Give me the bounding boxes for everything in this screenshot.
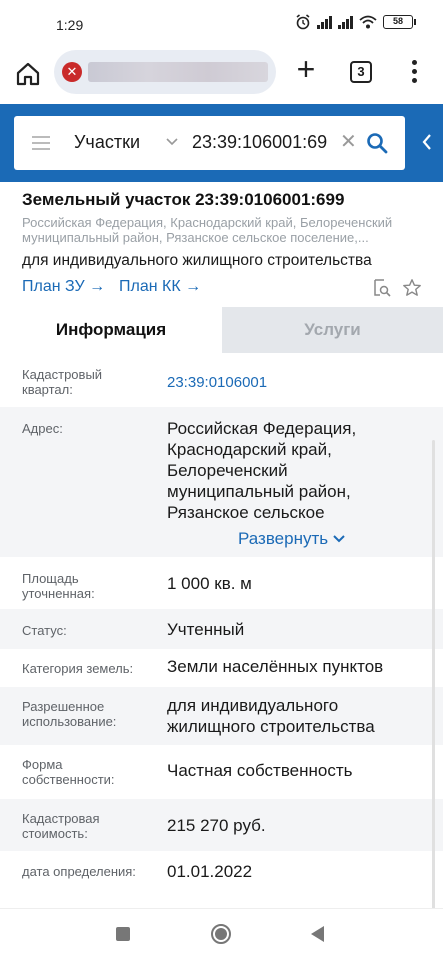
signal-icon <box>317 15 332 29</box>
row-ownership: Форма собственности: Частная собственнос… <box>0 745 443 799</box>
wifi-icon <box>359 15 377 29</box>
scrollbar[interactable] <box>432 440 435 920</box>
ownership-value: Частная собственность <box>167 761 353 780</box>
address-value: Российская Федерация, Краснодарский край… <box>167 419 357 522</box>
plan-zu-link[interactable]: План ЗУ → <box>22 278 105 296</box>
row-area: Площадь уточненная: 1 000 кв. м <box>0 557 443 609</box>
label-permitted-use: Разрешенное использование: <box>22 699 117 729</box>
permitted-use-value: для индивидуального жилищного строительс… <box>167 696 375 736</box>
label-address: Адрес: <box>22 421 63 436</box>
parcel-header: Земельный участок 23:39:0106001:699 Росс… <box>0 182 443 307</box>
cadastral-value-value: 215 270 руб. <box>167 816 266 835</box>
chevron-down-icon <box>333 535 345 543</box>
label-ownership: Форма собственности: <box>22 757 115 787</box>
row-determination-date: дата определения: 01.01.2022 <box>0 851 443 891</box>
expand-label: Развернуть <box>238 529 329 548</box>
label-land-category: Категория земель: <box>22 661 134 676</box>
label-determination-date: дата определения: <box>22 864 136 879</box>
document-search-icon[interactable] <box>372 278 392 298</box>
star-icon[interactable] <box>402 278 422 298</box>
expand-address-link[interactable]: Развернуть <box>238 529 345 549</box>
chevron-down-icon[interactable] <box>166 135 178 147</box>
label-status: Статус: <box>22 623 67 638</box>
row-address: Адрес: Российская Федерация, Краснодарск… <box>0 407 443 557</box>
label-area: Площадь уточненная: <box>22 571 95 601</box>
land-category-value: Земли населённых пунктов <box>167 657 384 676</box>
status-icons: 58 <box>295 14 416 30</box>
browser-toolbar: ✕ + 3 <box>0 48 443 104</box>
blurred-url <box>88 62 268 82</box>
alarm-icon <box>296 14 310 30</box>
plan-kk-link[interactable]: План КК → <box>119 278 201 296</box>
tab-information[interactable]: Информация <box>0 307 222 353</box>
row-permitted-use: Разрешенное использование: для индивидуа… <box>0 687 443 745</box>
new-tab-button[interactable]: + <box>292 53 320 85</box>
parcel-use: для индивидуального жилищного строительс… <box>22 252 372 269</box>
status-bar: 1:29 58 <box>0 0 443 48</box>
label-cadastral-value: Кадастровая стоимость: <box>22 811 100 841</box>
clear-search-icon[interactable]: ✕ <box>340 132 357 152</box>
hamburger-menu-icon[interactable] <box>32 136 50 150</box>
system-nav-bar <box>0 908 443 960</box>
tab-services[interactable]: Услуги <box>222 307 443 353</box>
back-icon[interactable] <box>311 926 324 942</box>
status-time: 1:29 <box>56 17 84 33</box>
determination-date-value: 01.01.2022 <box>167 862 253 881</box>
parcel-title: Земельный участок 23:39:0106001:699 <box>22 190 345 209</box>
status-value: Учтенный <box>167 620 245 639</box>
area-value: 1 000 кв. м <box>167 574 252 593</box>
details-list: Кадастровый квартал: 23:39:0106001 Адрес… <box>0 353 443 891</box>
cadastral-quarter-link[interactable]: 23:39:0106001 <box>167 372 417 393</box>
battery-icon: 58 <box>383 15 416 29</box>
address-bar[interactable]: ✕ <box>54 50 276 94</box>
home-nav-icon[interactable] <box>211 924 231 944</box>
recent-apps-icon[interactable] <box>116 927 130 941</box>
connection-error-icon[interactable]: ✕ <box>62 62 82 82</box>
search-type-select[interactable]: Участки <box>74 132 140 153</box>
parcel-address: Российская Федерация, Краснодарский край… <box>22 215 393 245</box>
search-header: Участки 23:39:106001:699 ✕ <box>0 104 443 182</box>
collapse-panel-icon[interactable] <box>420 132 434 152</box>
signal-icon-2 <box>338 15 353 29</box>
search-input[interactable]: 23:39:106001:699 <box>192 132 328 153</box>
tab-switcher-button[interactable]: 3 <box>350 61 372 83</box>
browser-menu-icon[interactable] <box>406 58 422 86</box>
row-land-category: Категория земель: Земли населённых пункт… <box>0 649 443 687</box>
row-cadastral-value: Кадастровая стоимость: 215 270 руб. <box>0 799 443 851</box>
row-cadastral-quarter: Кадастровый квартал: 23:39:0106001 <box>0 353 443 407</box>
label-cadastral-quarter: Кадастровый квартал: <box>22 367 103 397</box>
row-status: Статус: Учтенный <box>0 609 443 649</box>
home-icon[interactable] <box>14 60 42 88</box>
tab-bar: Информация Услуги <box>0 307 443 353</box>
search-box: Участки 23:39:106001:699 ✕ <box>14 116 405 170</box>
search-icon[interactable] <box>366 132 388 154</box>
